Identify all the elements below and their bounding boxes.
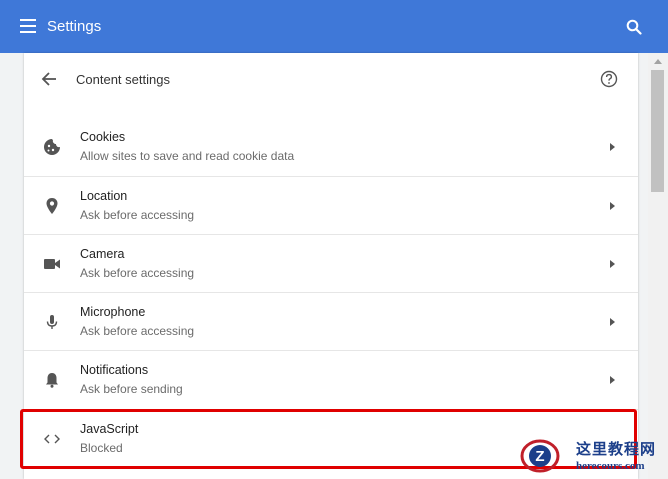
watermark-url: herecours.com [576, 460, 645, 472]
setting-row-microphone[interactable]: Microphone Ask before accessing [24, 292, 638, 350]
watermark-logo-icon: Z [520, 439, 560, 473]
search-icon[interactable] [626, 19, 642, 35]
app-title: Settings [47, 18, 102, 35]
scrollbar-thumb[interactable] [651, 70, 664, 192]
setting-row-notifications[interactable]: Notifications Ask before sending [24, 350, 638, 408]
video-camera-icon [44, 259, 60, 269]
vertical-scrollbar[interactable] [648, 53, 668, 479]
setting-description: Ask before accessing [80, 266, 195, 280]
bell-icon [46, 373, 58, 388]
page-title: Content settings [76, 72, 170, 87]
top-app-bar: Settings [0, 0, 668, 53]
setting-row-location[interactable]: Location Ask before accessing [24, 176, 638, 234]
watermark-text: 这里教程网 [576, 440, 657, 458]
setting-label: Microphone [80, 305, 146, 319]
help-circle-icon[interactable] [600, 70, 618, 88]
chevron-right-icon [610, 260, 615, 268]
svg-text:Z: Z [535, 448, 544, 465]
chevron-right-icon [610, 376, 615, 384]
hamburger-menu-icon[interactable] [20, 19, 36, 33]
setting-label: Cookies [80, 130, 126, 144]
watermark: Z 这里教程网 herecours.com [520, 434, 666, 478]
chevron-right-icon [610, 202, 615, 210]
setting-description: Ask before sending [80, 382, 183, 396]
setting-description: Ask before accessing [80, 208, 195, 222]
content-settings-header: Content settings [24, 53, 638, 105]
cookie-icon [44, 139, 60, 155]
scroll-up-arrow-icon[interactable] [654, 59, 662, 64]
setting-label: Camera [80, 247, 125, 261]
chevron-right-icon [610, 143, 615, 151]
setting-label: Notifications [80, 363, 149, 377]
setting-label: Location [80, 189, 128, 203]
setting-description: Ask before accessing [80, 324, 195, 338]
microphone-icon [46, 315, 58, 329]
setting-row-cookies[interactable]: Cookies Allow sites to save and read coo… [24, 118, 638, 176]
location-pin-icon [46, 198, 58, 214]
chevron-right-icon [610, 318, 615, 326]
arrow-left-icon[interactable] [40, 71, 58, 87]
setting-description: Allow sites to save and read cookie data [80, 149, 295, 163]
setting-row-camera[interactable]: Camera Ask before accessing [24, 234, 638, 292]
